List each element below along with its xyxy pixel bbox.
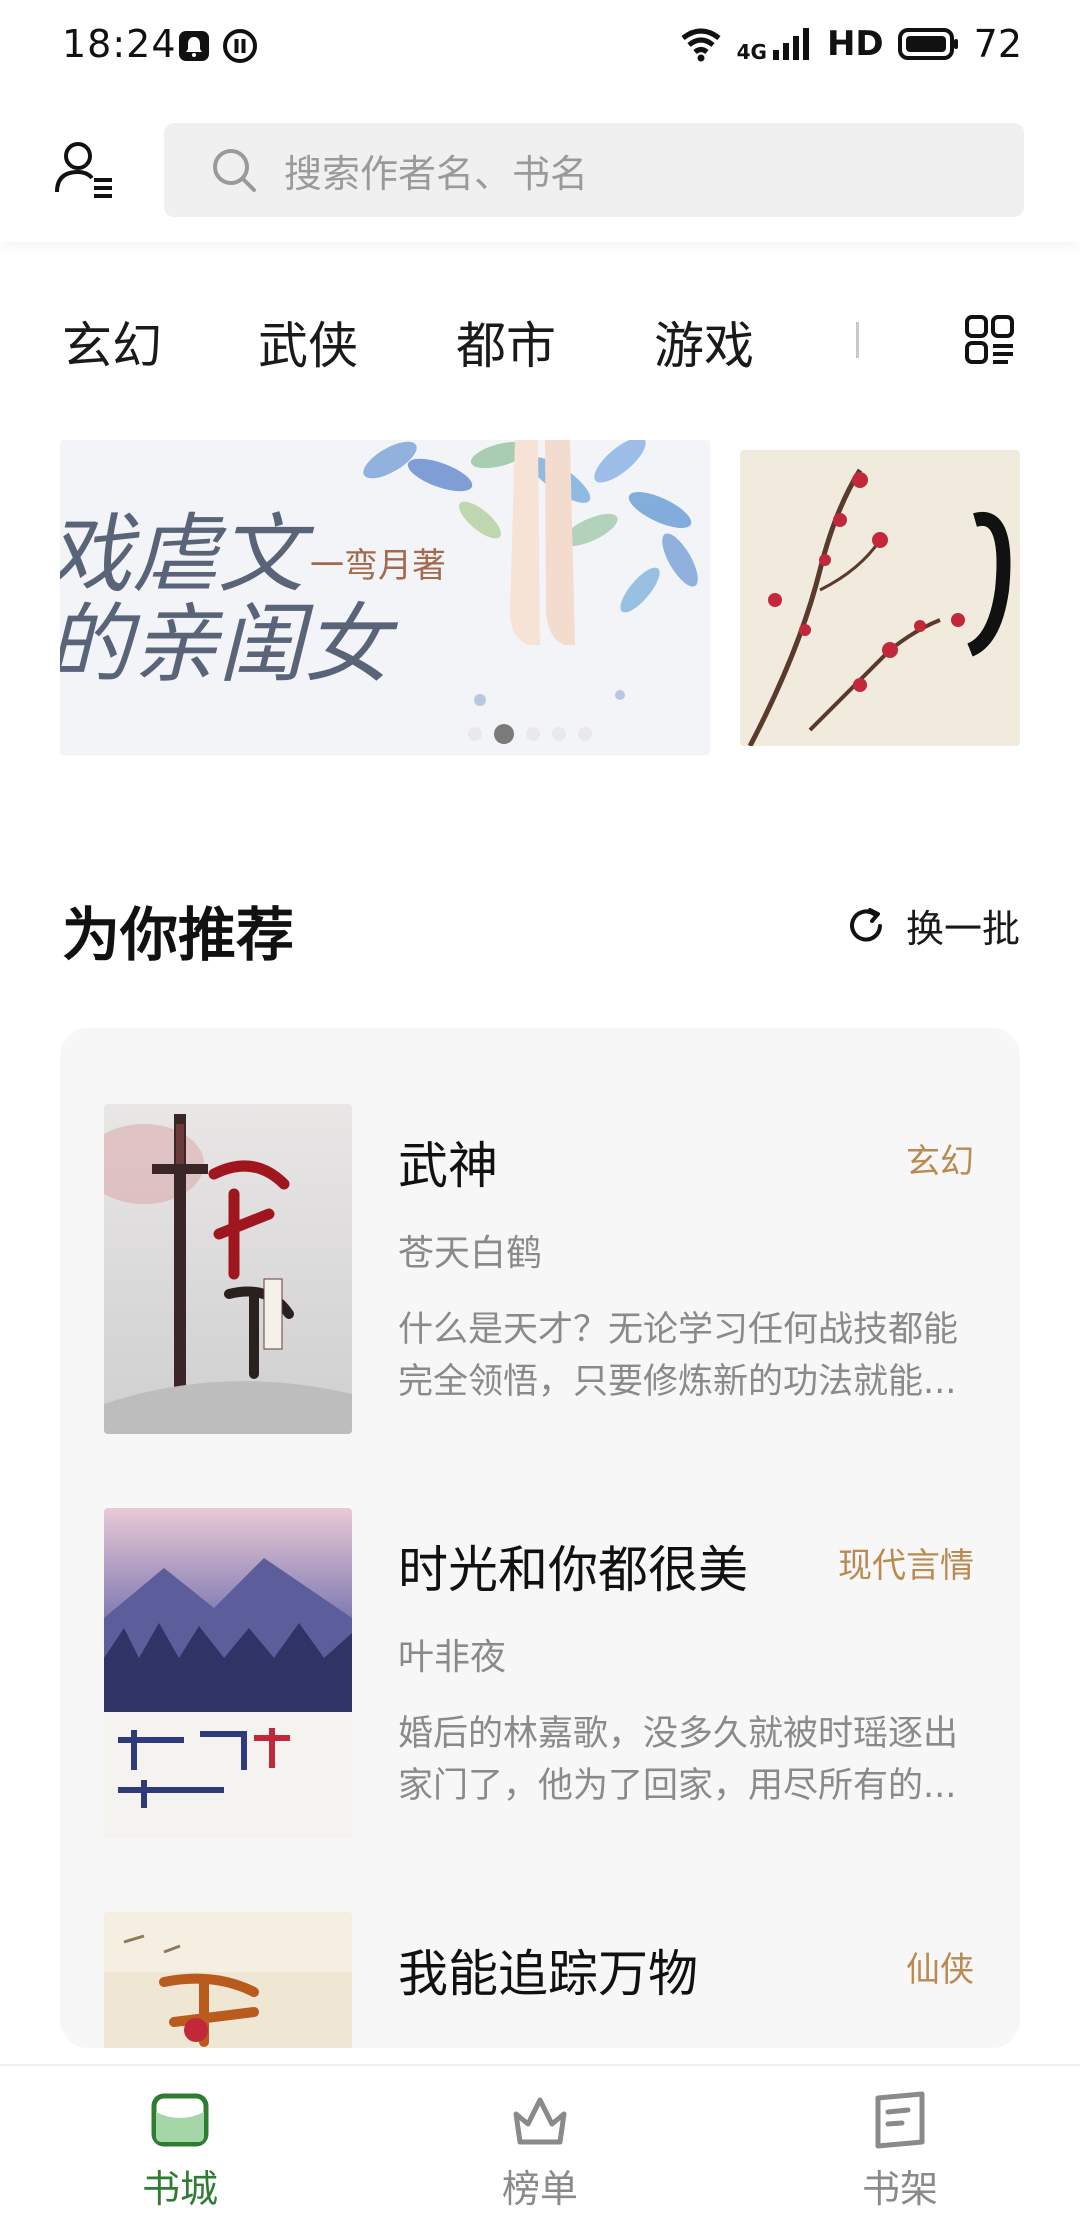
search-placeholder: 搜索作者名、书名 xyxy=(284,151,589,196)
tab-divider xyxy=(856,322,859,358)
user-menu-icon[interactable] xyxy=(54,138,116,200)
nav-bookstore[interactable]: 书城 xyxy=(80,2088,280,2213)
book-genre-tag: 现代言情 xyxy=(838,1546,974,1586)
pause-circle-icon xyxy=(223,29,257,63)
refresh-icon xyxy=(850,907,882,941)
refresh-button[interactable]: 换一批 xyxy=(844,898,1020,953)
nav-label: 书城 xyxy=(141,2167,218,2211)
book-title: 武神 xyxy=(398,1137,498,1195)
refresh-label: 换一批 xyxy=(905,907,1020,951)
crown-icon xyxy=(513,2097,567,2145)
signal-icon xyxy=(772,28,809,60)
network-type: 4G xyxy=(736,40,767,64)
category-tabs: 玄幻 武侠 都市 游戏 xyxy=(0,300,1080,380)
status-bar: 18:24 4G HD 72 xyxy=(0,0,1080,96)
hd-indicator: HD xyxy=(826,24,884,64)
book-cover xyxy=(104,1104,352,1434)
notification-bell-icon xyxy=(179,31,209,61)
battery-icon xyxy=(897,28,958,60)
book-genre-tag: 仙侠 xyxy=(906,1950,974,1990)
banner-main[interactable]: 戏虐文 的亲闺女 一弯月著 xyxy=(60,440,710,755)
tab-category[interactable]: 都市 xyxy=(456,306,556,378)
book-item[interactable]: 我能追踪万物 仙侠 xyxy=(104,1912,1020,2048)
book-author: 叶非夜 xyxy=(398,1637,507,1678)
book-cover xyxy=(104,1508,352,1838)
nav-rankings[interactable]: 榜单 xyxy=(440,2088,640,2213)
carousel-dot xyxy=(552,727,566,741)
search-icon xyxy=(213,149,256,192)
section-title: 为你推荐 xyxy=(62,901,295,969)
bottom-navigation: 书城 榜单 书架 xyxy=(0,2064,1080,2232)
book-genre-tag: 玄幻 xyxy=(906,1142,974,1182)
nav-label: 书架 xyxy=(861,2167,938,2211)
tab-category[interactable]: 游戏 xyxy=(654,306,754,378)
carousel-indicator xyxy=(468,724,592,744)
nav-bookshelf[interactable]: 书架 xyxy=(800,2088,1000,2213)
banner-author: 一弯月著 xyxy=(310,546,446,586)
search-input[interactable]: 搜索作者名、书名 xyxy=(164,123,1024,217)
bookstore-icon xyxy=(151,2093,209,2147)
book-cover xyxy=(104,1912,352,2048)
bookshelf-icon xyxy=(875,2091,925,2149)
book-description: 婚后的林嘉歌，没多久就被时瑶逐出家门了，他为了回家，用尽所有的... xyxy=(398,1714,959,1806)
carousel-dot-active xyxy=(494,724,514,744)
battery-level: 72 xyxy=(973,22,1022,66)
status-time: 18:24 xyxy=(62,22,177,66)
search-header: 搜索作者名、书名 xyxy=(0,96,1080,242)
carousel-dot xyxy=(468,727,482,741)
carousel-dot xyxy=(578,727,592,741)
book-item[interactable]: 武神 玄幻 苍天白鹤 什么是天才？无论学习任何战技都能完全领悟，只要修炼新的功法… xyxy=(104,1104,1020,1434)
book-title: 时光和你都很美 xyxy=(398,1541,748,1599)
wifi-icon xyxy=(681,28,721,62)
nav-label: 榜单 xyxy=(501,2167,578,2211)
banner-next[interactable] xyxy=(740,450,1020,746)
carousel-dot xyxy=(526,727,540,741)
book-item[interactable]: 时光和你都很美 现代言情 叶非夜 婚后的林嘉歌，没多久就被时瑶逐出家门了，他为了… xyxy=(104,1508,1020,1838)
plum-blossom-illustration xyxy=(740,450,1020,746)
book-description: 什么是天才？无论学习任何战技都能完全领悟，只要修炼新的功法就能... xyxy=(398,1310,959,1402)
book-title: 我能追踪万物 xyxy=(398,1945,698,2003)
tab-category[interactable]: 玄幻 xyxy=(62,306,162,378)
tab-category[interactable]: 武侠 xyxy=(258,306,358,378)
category-grid-icon[interactable] xyxy=(964,314,1016,366)
book-author: 苍天白鹤 xyxy=(398,1233,543,1274)
recommend-list: 武神 玄幻 苍天白鹤 什么是天才？无论学习任何战技都能完全领悟，只要修炼新的功法… xyxy=(60,1028,1020,2048)
